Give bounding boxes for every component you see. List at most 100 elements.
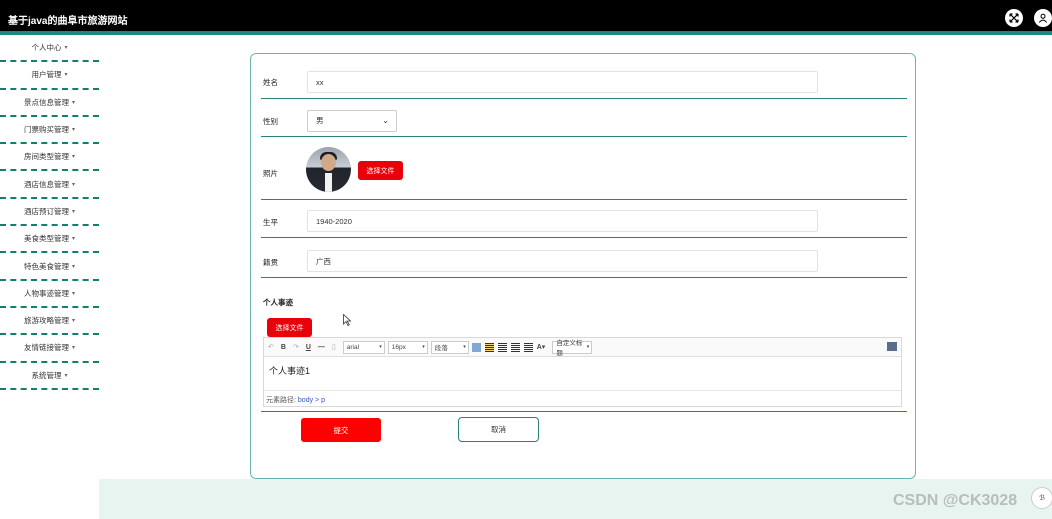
sidebar-item-label: 酒店信息管理: [23, 179, 69, 189]
sidebar-item-label: 系统管理: [31, 370, 62, 380]
page-icon[interactable]: ▯: [332, 343, 336, 351]
person-photo: [306, 147, 351, 192]
assistant-icon[interactable]: ℬ: [1031, 487, 1052, 509]
lifespan-label: 生平: [263, 218, 278, 227]
sidebar-item-users[interactable]: 用户管理 ▾: [0, 62, 99, 90]
sidebar-item-label: 友情链接管理: [23, 343, 69, 353]
chevron-down-icon: ▾: [71, 99, 75, 106]
sidebar-item-label: 旅游攻略管理: [23, 316, 69, 326]
watermark: CSDN @CK3028: [893, 492, 1018, 509]
editor-toolbar: ↶ B ↷ U — ▯ arial ▾ 16px ▾ 段落 ▾ A▾ 自定义标题 ▾: [264, 338, 901, 357]
chevron-down-icon: ▾: [71, 263, 75, 270]
sidebar-item-hotel-bookings[interactable]: 酒店预订管理 ▾: [0, 199, 99, 227]
sidebar-item-special-food[interactable]: 特色美食管理 ▾: [0, 253, 99, 281]
chevron-down-icon: ⌄: [382, 116, 389, 125]
gender-select[interactable]: 男 ⌄: [307, 110, 397, 132]
font-size-value: 16px: [391, 343, 406, 351]
bold-icon[interactable]: B: [281, 344, 286, 351]
top-bar: 基于java的曲阜市旅游网站: [0, 0, 1052, 31]
chevron-down-icon: ▾: [463, 344, 466, 350]
submit-button[interactable]: 提交: [301, 418, 381, 442]
deeds-label: 个人事迹: [263, 298, 293, 307]
custom-heading-select[interactable]: 自定义标题 ▾: [552, 340, 593, 357]
gender-row: 性别 男 ⌄: [261, 99, 907, 137]
origin-row: 籍贯 广西: [261, 238, 907, 278]
chevron-down-icon: ▾: [64, 45, 68, 52]
chevron-down-icon: ▾: [71, 154, 75, 161]
app-title: 基于java的曲阜市旅游网站: [8, 16, 128, 27]
sidebar-item-figures[interactable]: 人物事迹管理 ▾: [0, 281, 99, 308]
sidebar-item-label: 景点信息管理: [23, 97, 69, 107]
mouse-cursor-icon: [343, 314, 351, 326]
paragraph-value: 段落: [434, 345, 448, 352]
name-input[interactable]: xx: [307, 71, 818, 93]
fullscreen-icon[interactable]: [1005, 9, 1023, 27]
sidebar-item-label: 房间类型管理: [23, 152, 69, 162]
sidebar-item-system[interactable]: 系统管理 ▾: [0, 363, 99, 390]
chevron-down-icon: ▾: [71, 127, 75, 134]
origin-input[interactable]: 广西: [307, 250, 818, 272]
chevron-down-icon: ▾: [422, 344, 425, 350]
font-family-value: arial: [346, 343, 360, 351]
editor-footer: 元素路径: body > p: [264, 390, 901, 406]
chevron-down-icon: ▾: [71, 236, 75, 243]
paragraph-select[interactable]: 段落 ▾: [430, 340, 469, 354]
sidebar-item-attractions[interactable]: 景点信息管理 ▾: [0, 90, 99, 117]
redo-icon[interactable]: ↷: [293, 343, 299, 351]
sidebar-item-travel-guides[interactable]: 旅游攻略管理 ▾: [0, 308, 99, 336]
element-path[interactable]: body > p: [298, 397, 325, 404]
edit-form: 姓名 xx 性别 男 ⌄ 照片 选择文件 生平 1940-2020 籍贯 广西 …: [250, 53, 916, 479]
custom-heading-value: 自定义标题: [556, 340, 583, 357]
user-icon[interactable]: [1034, 9, 1052, 27]
chevron-down-icon: ▾: [64, 72, 68, 79]
sidebar-item-label: 特色美食管理: [23, 261, 69, 271]
sidebar-item-label: 美食类型管理: [23, 234, 69, 244]
sidebar-item-tickets[interactable]: 门票购买管理 ▾: [0, 117, 99, 145]
photo-choose-file-button[interactable]: 选择文件: [358, 161, 403, 180]
sidebar-item-links[interactable]: 友情链接管理 ▾: [0, 335, 99, 363]
photo-row: 照片 选择文件: [261, 137, 907, 200]
gender-select-value: 男: [316, 116, 324, 125]
underline-icon[interactable]: U: [306, 344, 311, 351]
sidebar: 个人中心 ▾ 用户管理 ▾ 景点信息管理 ▾ 门票购买管理 ▾ 房间类型管理 ▾ 酒店信息…: [0, 35, 99, 390]
sidebar-item-food-types[interactable]: 美食类型管理 ▾: [0, 226, 99, 254]
align-right-icon[interactable]: [510, 342, 520, 352]
editor-content[interactable]: 个人事迹1: [264, 357, 901, 390]
font-color-icon[interactable]: A▾: [537, 343, 546, 351]
sidebar-item-label: 酒店预订管理: [23, 206, 69, 216]
font-family-select[interactable]: arial ▾: [342, 340, 385, 354]
sidebar-item-room-types[interactable]: 房间类型管理 ▾: [0, 144, 99, 172]
table-icon[interactable]: [471, 342, 481, 352]
chevron-down-icon: ▾: [71, 318, 75, 325]
chevron-down-icon: ▾: [586, 344, 590, 350]
photo-label: 照片: [263, 169, 278, 178]
lifespan-row: 生平 1940-2020: [261, 200, 907, 238]
chevron-down-icon: ▾: [71, 208, 75, 215]
chevron-down-icon: ▾: [71, 181, 75, 188]
deeds-choose-file-button[interactable]: 选择文件: [267, 318, 312, 337]
chevron-down-icon: ▾: [379, 344, 382, 350]
name-label: 姓名: [263, 78, 278, 87]
gender-label: 性别: [263, 117, 278, 126]
undo-icon[interactable]: ↶: [268, 343, 274, 351]
horizontal-rule-icon[interactable]: —: [318, 344, 325, 351]
element-path-label: 元素路径:: [266, 397, 296, 404]
rich-text-editor: ↶ B ↷ U — ▯ arial ▾ 16px ▾ 段落 ▾ A▾ 自定义标题 ▾ 个…: [263, 337, 902, 407]
align-center-icon[interactable]: [497, 342, 507, 352]
chevron-down-icon: ▾: [71, 290, 75, 297]
sidebar-item-personal-center[interactable]: 个人中心 ▾: [0, 35, 99, 63]
font-size-select[interactable]: 16px ▾: [387, 340, 428, 354]
sidebar-item-label: 门票购买管理: [23, 125, 69, 135]
align-justify-icon[interactable]: [523, 342, 533, 352]
lifespan-input[interactable]: 1940-2020: [307, 210, 818, 232]
preview-icon[interactable]: [887, 342, 897, 351]
sidebar-item-label: 人物事迹管理: [23, 288, 69, 298]
origin-label: 籍贯: [263, 258, 278, 267]
sidebar-item-label: 个人中心: [31, 43, 62, 53]
chevron-down-icon: ▾: [71, 345, 75, 352]
cancel-button[interactable]: 取消: [458, 417, 539, 442]
accent-strip: [0, 31, 1052, 35]
sidebar-item-hotels[interactable]: 酒店信息管理 ▾: [0, 171, 99, 199]
name-row: 姓名 xx: [261, 66, 907, 99]
align-left-icon[interactable]: [484, 342, 494, 352]
